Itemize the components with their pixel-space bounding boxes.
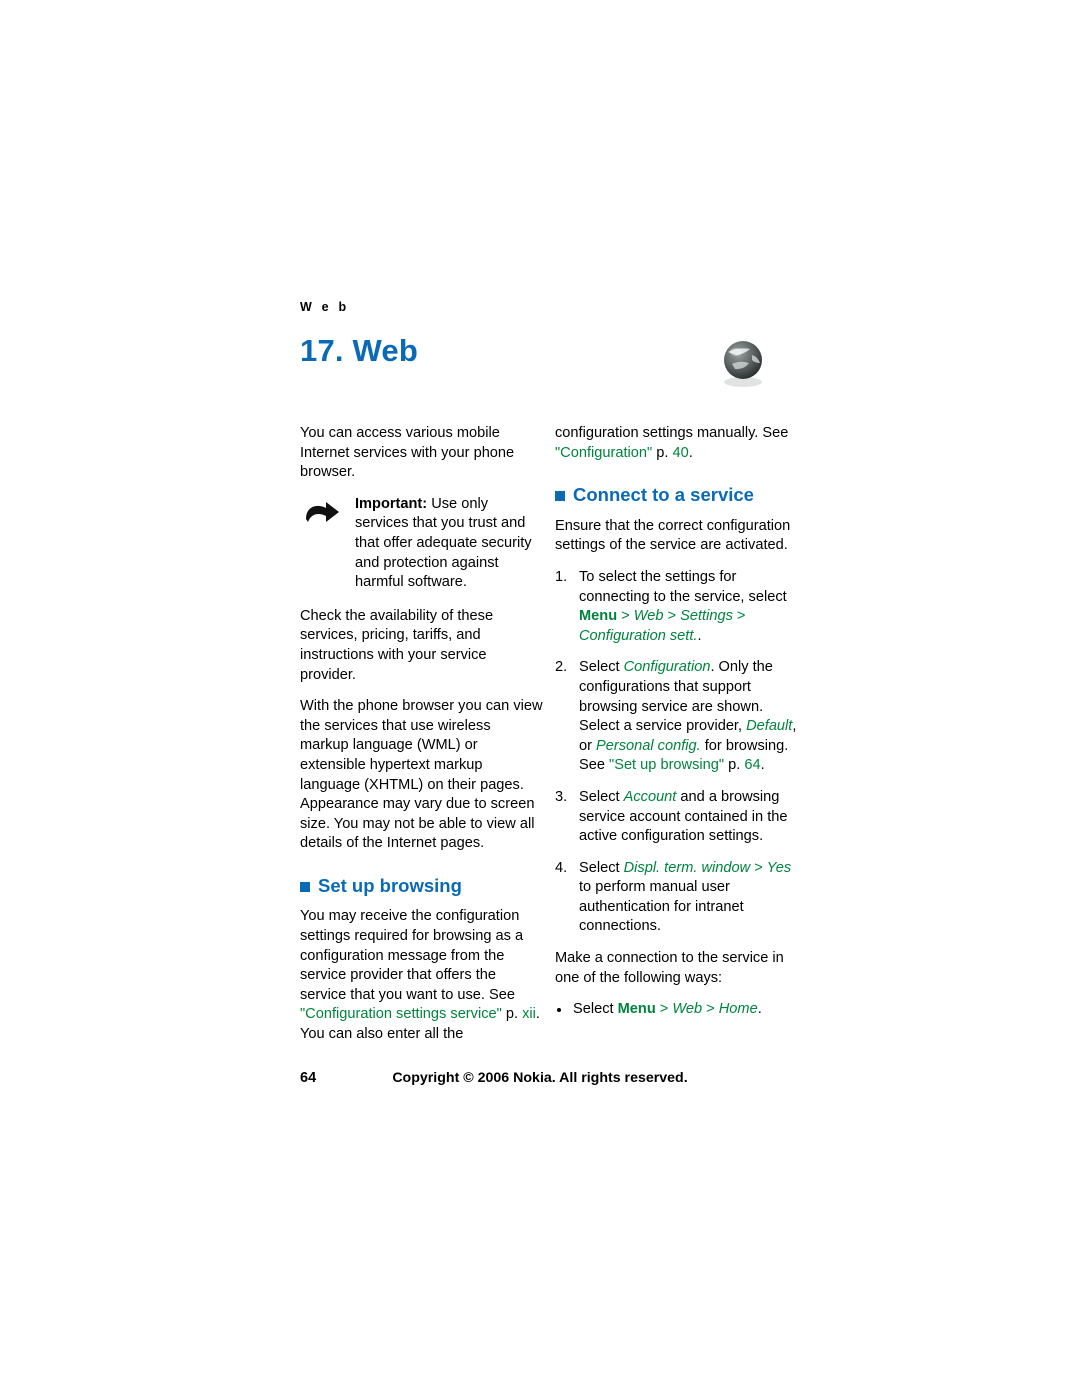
step-text-2: . bbox=[697, 627, 702, 644]
step-text-1: Select bbox=[579, 788, 624, 805]
step-number: 2. bbox=[555, 659, 568, 676]
menu-path-home: Home bbox=[718, 1001, 758, 1018]
em-displ-term-window: Displ. term. window bbox=[623, 859, 751, 876]
setup-text-1: You may receive the configuration settin… bbox=[300, 908, 524, 1003]
em-yes: Yes bbox=[766, 859, 792, 876]
continued-text-2: p. bbox=[652, 444, 673, 461]
step-text-5: p. bbox=[724, 757, 745, 774]
path-sep: > bbox=[732, 608, 746, 625]
bullet-dot-icon bbox=[557, 1008, 561, 1013]
step-number: 1. bbox=[555, 568, 568, 585]
step-text-1: To select the settings for connecting to… bbox=[579, 568, 787, 605]
heading-connect-label: Connect to a service bbox=[573, 484, 754, 506]
step-number: 3. bbox=[555, 788, 568, 805]
connection-ways-list: Select Menu > Web > Home. bbox=[555, 1000, 798, 1020]
make-connection-paragraph: Make a connection to the service in one … bbox=[555, 950, 784, 986]
em-configuration: Configuration bbox=[623, 659, 711, 676]
running-head: W e b bbox=[300, 300, 350, 314]
steps-list: 1. To select the settings for connecting … bbox=[555, 568, 798, 937]
heading-set-up-browsing-label: Set up browsing bbox=[318, 874, 462, 896]
setup-page-ref[interactable]: xii bbox=[522, 1006, 536, 1022]
list-item: 2. Select Configuration. Only the configu… bbox=[555, 658, 798, 776]
step-text-2: to perform manual user authentication fo… bbox=[579, 879, 744, 935]
configuration-page-ref[interactable]: 40 bbox=[672, 445, 688, 461]
step-number: 4. bbox=[555, 859, 568, 876]
path-sep: > bbox=[655, 1001, 673, 1018]
continued-text-3: . bbox=[688, 444, 693, 461]
path-sep: > bbox=[663, 608, 681, 625]
em-account: Account bbox=[623, 788, 677, 805]
path-sep: > bbox=[750, 859, 767, 876]
menu-path-web: Web bbox=[633, 608, 664, 625]
continued-text-1: configuration settings manually. See bbox=[555, 425, 789, 441]
path-sep: > bbox=[702, 1001, 719, 1018]
step-text-1: Select bbox=[579, 859, 624, 876]
list-item: Select Menu > Web > Home. bbox=[555, 1000, 798, 1020]
configuration-link[interactable]: "Configuration" bbox=[555, 445, 652, 461]
set-up-browsing-link[interactable]: "Set up browsing" bbox=[609, 757, 724, 773]
copyright-notice: Copyright © 2006 Nokia. All rights reser… bbox=[392, 1070, 688, 1086]
important-label: Important: bbox=[355, 495, 428, 512]
availability-paragraph: Check the availability of these services… bbox=[300, 607, 494, 683]
intro-paragraph: You can access various mobile Internet s… bbox=[300, 425, 515, 481]
em-personal-config: Personal config. bbox=[596, 737, 701, 754]
menu-path-menu: Menu bbox=[579, 608, 618, 625]
left-column: You can access various mobile Internet s… bbox=[300, 424, 543, 1057]
bullet-text-2: . bbox=[757, 1001, 762, 1018]
em-default: Default bbox=[746, 718, 793, 735]
menu-path-web: Web bbox=[672, 1001, 703, 1018]
heading-square-icon bbox=[300, 881, 310, 892]
step-text-1: Select bbox=[579, 659, 624, 676]
setup-paragraph: You may receive the configuration settin… bbox=[300, 907, 543, 1044]
heading-set-up-browsing: Set up browsing bbox=[300, 876, 543, 896]
menu-path-menu: Menu bbox=[617, 1001, 656, 1018]
globe-icon bbox=[716, 338, 772, 390]
document-page: W e b 17. Web You can access various mob… bbox=[0, 0, 1080, 1397]
setup-text-2: p. bbox=[501, 1006, 523, 1023]
browser-paragraph: With the phone browser you can view the … bbox=[300, 698, 543, 852]
ensure-paragraph: Ensure that the correct configuration se… bbox=[555, 517, 791, 554]
set-up-browsing-page-ref[interactable]: 64 bbox=[744, 757, 760, 773]
important-note-icon bbox=[302, 499, 346, 527]
right-column: configuration settings manually. See "Co… bbox=[555, 424, 798, 1026]
page-title: 17. Web bbox=[300, 333, 418, 368]
menu-path-settings: Settings bbox=[680, 608, 733, 625]
heading-connect-to-a-service: Connect to a service bbox=[555, 485, 798, 505]
configuration-settings-service-link[interactable]: "Configuration settings service" bbox=[300, 1006, 502, 1022]
path-sep: > bbox=[617, 608, 634, 625]
continued-paragraph: configuration settings manually. See "Co… bbox=[555, 424, 798, 463]
list-item: 1. To select the settings for connecting … bbox=[555, 568, 798, 646]
list-item: 4. Select Displ. term. window > Yes to pe… bbox=[555, 859, 798, 937]
bullet-text-1: Select bbox=[573, 1001, 618, 1018]
menu-path-configuration-sett: Configuration sett. bbox=[579, 627, 698, 644]
step-text-6: . bbox=[760, 757, 765, 774]
heading-square-icon bbox=[555, 491, 565, 502]
list-item: 3. Select Account and a browsing service … bbox=[555, 788, 798, 847]
important-note: Important: Use only services that you tr… bbox=[300, 495, 543, 593]
